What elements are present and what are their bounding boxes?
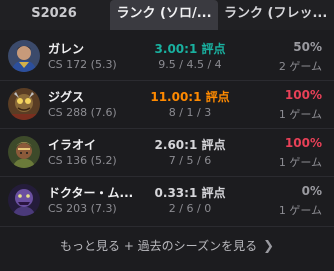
champion-name[interactable]: ガレン	[48, 40, 84, 57]
illaoi-portrait-icon	[8, 136, 40, 168]
kda-detail: 2 / 6 / 0	[168, 202, 212, 215]
champion-name[interactable]: ジグス	[48, 88, 84, 105]
chevron-right-icon: ❯	[263, 239, 274, 254]
games-played: 1 ゲーム	[278, 108, 322, 121]
champion-cs: CS 172 (5.3)	[48, 58, 117, 71]
tab-season[interactable]: S2026	[0, 0, 108, 30]
row-divider	[0, 176, 334, 177]
winrate: 0%	[301, 184, 322, 198]
winrate: 50%	[293, 40, 322, 54]
kda-ratio: 3.00:1 評点	[154, 42, 226, 56]
winrate: 100%	[284, 136, 322, 150]
kda-ratio: 2.60:1 評点	[154, 138, 226, 152]
dr-mundo-portrait-icon	[8, 184, 40, 216]
champion-cs: CS 288 (7.6)	[48, 106, 117, 119]
winrate: 100%	[284, 88, 322, 102]
show-more-button[interactable]: もっと見る + 過去のシーズンを見る ❯	[0, 228, 334, 264]
games-played: 1 ゲーム	[278, 204, 322, 217]
kda-ratio: 11.00:1 評点	[150, 90, 230, 104]
kda-detail: 7 / 5 / 6	[168, 154, 212, 167]
queue-tabs: S2026 ランク (ソロ/... ランク (フレッ...	[0, 0, 334, 30]
kda-ratio: 0.33:1 評点	[154, 186, 226, 200]
games-played: 2 ゲーム	[278, 60, 322, 73]
tab-ranked-solo[interactable]: ランク (ソロ/...	[110, 0, 218, 30]
kda-detail: 8 / 1 / 3	[168, 106, 212, 119]
games-played: 1 ゲーム	[278, 156, 322, 169]
show-more-label: もっと見る + 過去のシーズンを見る	[60, 239, 258, 253]
champion-name[interactable]: イラオイ	[48, 136, 96, 153]
row-divider	[0, 128, 334, 129]
champion-cs: CS 203 (7.3)	[48, 202, 117, 215]
champion-cs: CS 136 (5.2)	[48, 154, 117, 167]
row-divider	[0, 226, 334, 227]
row-divider	[0, 80, 334, 81]
kda-detail: 9.5 / 4.5 / 4	[158, 58, 222, 71]
tab-ranked-flex[interactable]: ランク (フレッ...	[220, 0, 334, 30]
ziggs-portrait-icon	[8, 88, 40, 120]
garen-portrait-icon	[8, 40, 40, 72]
